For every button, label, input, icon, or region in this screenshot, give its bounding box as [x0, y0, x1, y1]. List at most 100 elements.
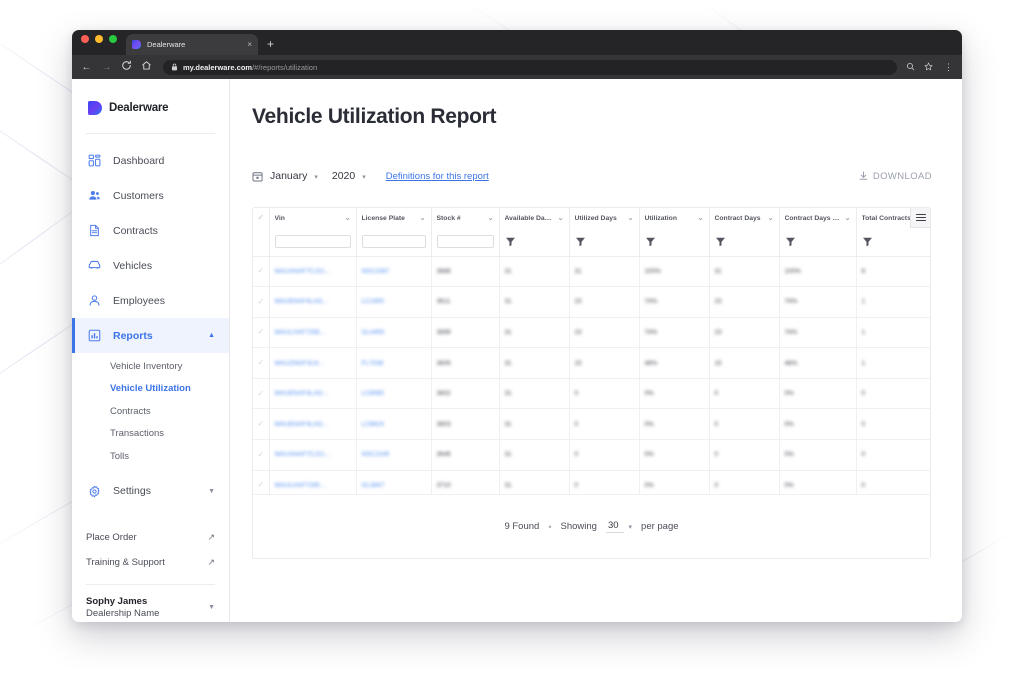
column-header-stock[interactable]: Stock #⌄: [431, 208, 499, 228]
cell-vin[interactable]: WAUENAF4LAG…: [269, 409, 356, 440]
column-header-utilization[interactable]: Utilization⌄: [639, 208, 709, 228]
new-tab-button[interactable]: +: [267, 37, 274, 55]
filter-cell-utilized-days[interactable]: [569, 228, 639, 256]
chevron-down-icon[interactable]: ⌄: [485, 214, 494, 222]
column-header-contract-days[interactable]: Contract Days⌄: [709, 208, 779, 228]
download-button[interactable]: DOWNLOAD: [859, 171, 932, 182]
sidebar-subitem-tolls[interactable]: Tolls: [72, 445, 229, 468]
table-row[interactable]: ✓WAULHAF7265…GL44553699312374%2374%1: [253, 317, 931, 348]
close-tab-icon[interactable]: ×: [247, 41, 252, 49]
filter-cell-available-days[interactable]: [499, 228, 569, 256]
star-icon[interactable]: [924, 62, 933, 73]
cell-license_plate[interactable]: NSC2367: [356, 256, 431, 287]
funnel-icon[interactable]: [862, 236, 873, 247]
browser-menu-button[interactable]: ⋮: [944, 62, 953, 73]
cell-license_plate[interactable]: FL7038: [356, 348, 431, 379]
cell-vin[interactable]: WAUENAF4LAG…: [269, 378, 356, 409]
chevron-down-icon[interactable]: ▼: [208, 488, 215, 495]
maximize-window-button[interactable]: [109, 35, 117, 43]
column-header-contract-days-util[interactable]: Contract Days Util…⌄: [779, 208, 856, 228]
column-header-available-days[interactable]: Available Days …⌄: [499, 208, 569, 228]
sidebar-item-vehicles[interactable]: Vehicles: [72, 248, 229, 283]
column-header-utilized-days[interactable]: Utilized Days⌄: [569, 208, 639, 228]
per-page-select[interactable]: 30: [606, 520, 624, 533]
chevron-up-icon[interactable]: ▲: [208, 332, 215, 339]
vin-filter-input[interactable]: [275, 235, 351, 248]
home-button[interactable]: [141, 60, 152, 74]
cell-vin[interactable]: WAUANAF7CJ21…: [269, 256, 356, 287]
cell-license_plate[interactable]: LC8624: [356, 409, 431, 440]
row-select-cell[interactable]: ✓: [253, 409, 269, 440]
chevron-down-icon[interactable]: ⌄: [342, 214, 351, 222]
row-select-cell[interactable]: ✓: [253, 378, 269, 409]
chevron-down-icon[interactable]: ⌄: [555, 214, 564, 222]
filter-cell-contract-days[interactable]: [709, 228, 779, 256]
row-select-cell[interactable]: ✓: [253, 256, 269, 287]
forward-button[interactable]: →: [101, 62, 112, 73]
table-row[interactable]: ✓WAUZNGF3LN…FL70383605311548%1548%1: [253, 348, 931, 379]
reload-button[interactable]: [121, 60, 132, 74]
cell-license_plate[interactable]: LC2455: [356, 287, 431, 318]
chevron-down-icon[interactable]: ▼: [208, 604, 215, 611]
back-button[interactable]: ←: [81, 62, 92, 73]
chevron-down-icon[interactable]: ▾: [629, 523, 633, 531]
stock-filter-input[interactable]: [437, 235, 494, 248]
sidebar-subitem-transactions[interactable]: Transactions: [72, 423, 229, 446]
sidebar-subitem-contracts[interactable]: Contracts: [72, 400, 229, 423]
column-settings-button[interactable]: [910, 208, 930, 228]
sidebar-subitem-vehicle-inventory[interactable]: Vehicle Inventory: [72, 355, 229, 378]
row-select-cell[interactable]: ✓: [253, 317, 269, 348]
sidebar-item-dashboard[interactable]: Dashboard: [72, 143, 229, 178]
cell-license_plate[interactable]: NSC2249: [356, 440, 431, 471]
table-row[interactable]: ✓WAUANAF7CJ21…NSC224936463100%00%0: [253, 440, 931, 471]
table-row[interactable]: ✓WAUENAF4LAG…LC862436033100%00%0: [253, 409, 931, 440]
sidebar-item-employees[interactable]: Employees: [72, 283, 229, 318]
cell-vin[interactable]: WAUENAF4LAG…: [269, 287, 356, 318]
filter-cell-stock[interactable]: [431, 228, 499, 256]
cell-vin[interactable]: WAUZNGF3LN…: [269, 348, 356, 379]
cell-vin[interactable]: WAULHAF7265…: [269, 317, 356, 348]
funnel-icon[interactable]: [575, 236, 586, 247]
filter-cell-total-contracts[interactable]: [856, 228, 931, 256]
year-picker[interactable]: 2020 ▾: [332, 170, 366, 182]
row-select-cell[interactable]: ✓: [253, 440, 269, 471]
sidebar-item-reports[interactable]: Reports ▲: [72, 318, 229, 353]
minimize-window-button[interactable]: [95, 35, 103, 43]
account-switcher[interactable]: Sophy James Dealership Name ▼: [72, 593, 229, 622]
address-bar[interactable]: my.dealerware.com/#/reports/utilization: [163, 60, 897, 75]
cell-license_plate[interactable]: LC8565: [356, 378, 431, 409]
filter-cell-contract-days-util[interactable]: [779, 228, 856, 256]
filter-cell-vin[interactable]: [269, 228, 356, 256]
row-select-cell[interactable]: ✓: [253, 348, 269, 379]
close-window-button[interactable]: [81, 35, 89, 43]
column-header-license-plate[interactable]: License Plate⌄: [356, 208, 431, 228]
cell-vin[interactable]: WAUANAF7CJ21…: [269, 440, 356, 471]
filter-cell-license-plate[interactable]: [356, 228, 431, 256]
cell-license_plate[interactable]: GL4455: [356, 317, 431, 348]
sidebar-item-settings[interactable]: Settings ▼: [72, 474, 229, 509]
month-picker[interactable]: January ▾: [270, 170, 318, 182]
chevron-down-icon[interactable]: ⌄: [417, 214, 426, 222]
row-select-cell[interactable]: ✓: [253, 287, 269, 318]
table-row[interactable]: ✓WAUANAF7CJ21…NSC236736863131100%31100%8: [253, 256, 931, 287]
sidebar-item-customers[interactable]: Customers: [72, 178, 229, 213]
license-plate-filter-input[interactable]: [362, 235, 426, 248]
chevron-down-icon[interactable]: ⌄: [842, 214, 851, 222]
funnel-icon[interactable]: [785, 236, 796, 247]
definitions-link[interactable]: Definitions for this report: [386, 171, 489, 182]
brand-logo[interactable]: Dealerware: [72, 95, 229, 120]
sidebar-subitem-vehicle-utilization[interactable]: Vehicle Utilization: [72, 378, 229, 401]
zoom-icon[interactable]: [906, 62, 915, 73]
table-row[interactable]: ✓WAUENAF4LAG…LC24553611312374%2374%1: [253, 287, 931, 318]
funnel-icon[interactable]: [645, 236, 656, 247]
chevron-down-icon[interactable]: ⌄: [625, 214, 634, 222]
chevron-down-icon[interactable]: ⌄: [695, 214, 704, 222]
select-all-cell[interactable]: ✓: [253, 208, 269, 228]
sidebar-link-training-support[interactable]: Training & Support ↗: [72, 550, 229, 575]
browser-tab[interactable]: Dealerware ×: [126, 34, 258, 55]
column-header-vin[interactable]: Vin⌄: [269, 208, 356, 228]
filter-cell-utilization[interactable]: [639, 228, 709, 256]
table-row[interactable]: ✓WAUENAF4LAG…LC856536023100%00%0: [253, 378, 931, 409]
sidebar-link-place-order[interactable]: Place Order ↗: [72, 525, 229, 550]
sidebar-item-contracts[interactable]: Contracts: [72, 213, 229, 248]
